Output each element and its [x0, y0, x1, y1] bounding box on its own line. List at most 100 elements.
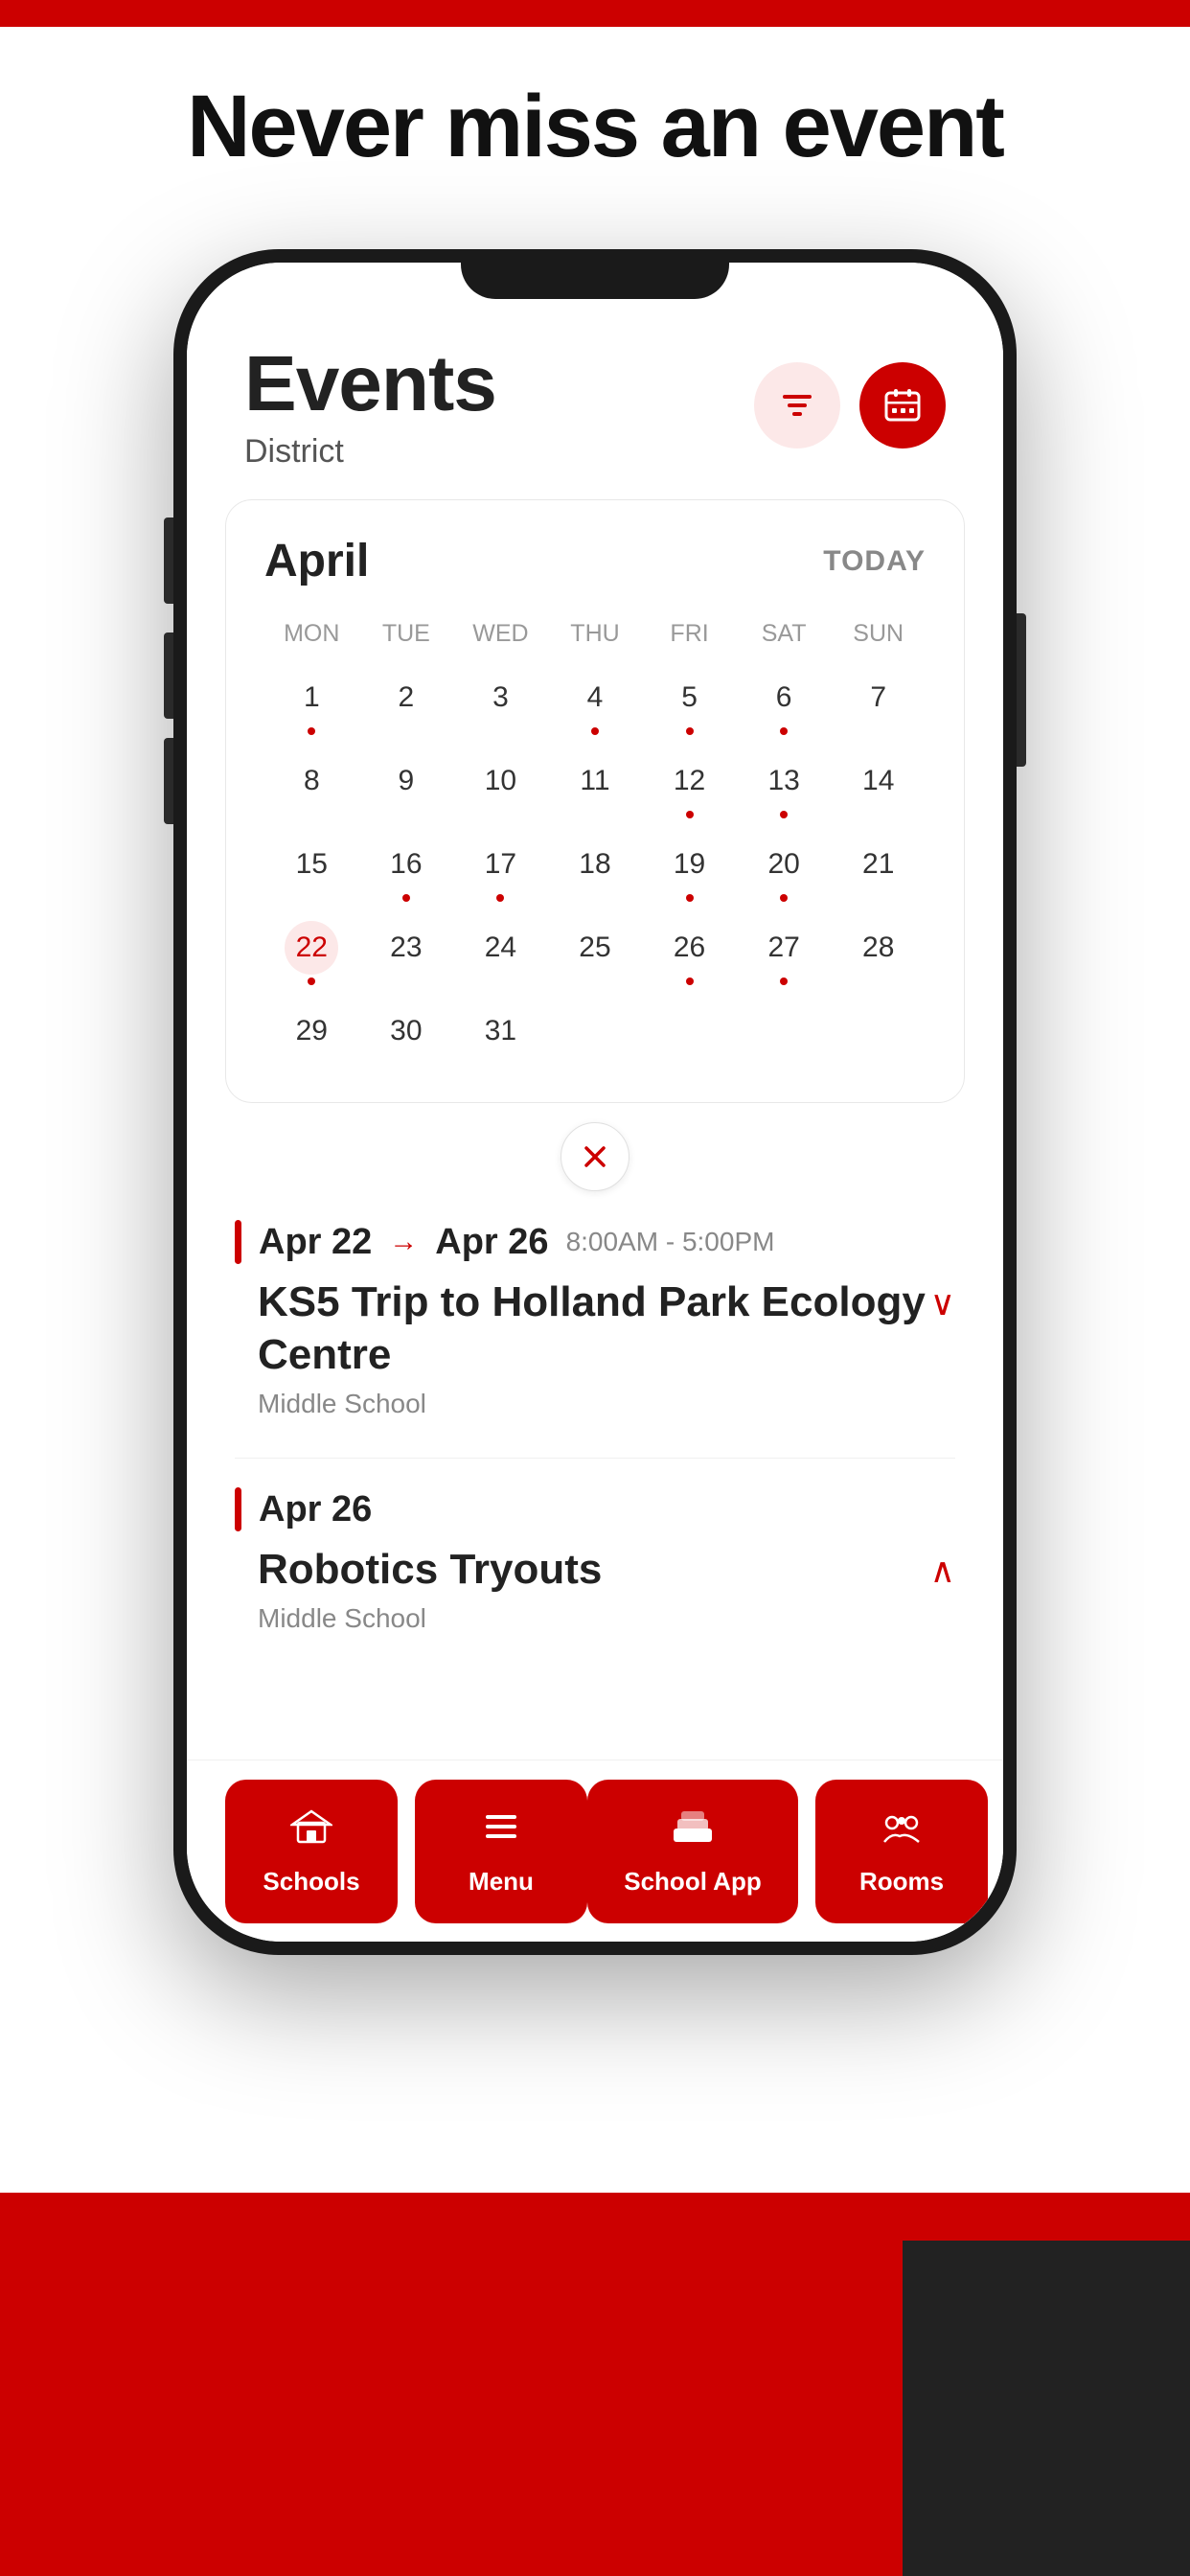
event-content-2: Robotics Tryouts Middle School ∧ — [235, 1543, 955, 1634]
cal-day-num: 23 — [379, 921, 433, 975]
cal-day-dot — [402, 894, 410, 902]
cal-day-dot — [308, 727, 315, 735]
school-app-svg-icon — [670, 1806, 716, 1848]
events-list: Apr 22 → Apr 26 8:00AM - 5:00PM KS5 Trip… — [187, 1201, 1003, 1691]
event-date-row-2: Apr 26 — [235, 1487, 955, 1531]
cal-day-10[interactable]: 10 — [453, 745, 548, 828]
schools-svg-icon — [290, 1806, 332, 1848]
nav-item-schools[interactable]: Schools — [225, 1780, 398, 1923]
event-content-1: KS5 Trip to Holland Park Ecology Centre … — [235, 1276, 955, 1419]
cal-day-22[interactable]: 22 — [264, 911, 359, 995]
cal-day-2[interactable]: 2 — [359, 661, 454, 745]
cal-day-18[interactable]: 18 — [548, 828, 643, 911]
cal-day-31[interactable]: 31 — [453, 995, 548, 1068]
cal-day-21[interactable]: 21 — [831, 828, 926, 911]
side-button-power — [1017, 613, 1026, 767]
weekday-mon: MON — [264, 614, 359, 654]
event-details-2: Robotics Tryouts Middle School — [258, 1543, 602, 1634]
cal-day-24[interactable]: 24 — [453, 911, 548, 995]
top-status-bar — [0, 0, 1190, 27]
cal-day-dot — [496, 894, 504, 902]
cal-day-15[interactable]: 15 — [264, 828, 359, 911]
side-button-volume-up — [164, 518, 173, 604]
calendar-card: April TODAY MON TUE WED THU FRI SAT SUN … — [225, 499, 965, 1103]
cal-day-dot — [591, 727, 599, 735]
cal-day-29[interactable]: 29 — [264, 995, 359, 1068]
filter-icon — [778, 391, 816, 420]
event-date-row-1: Apr 22 → Apr 26 8:00AM - 5:00PM — [235, 1220, 955, 1264]
nav-item-rooms[interactable]: Rooms — [815, 1780, 988, 1923]
cal-day-num: 27 — [757, 921, 811, 975]
event-expand-1[interactable]: ∨ — [930, 1283, 955, 1323]
nav-item-school-app[interactable]: School App — [587, 1780, 798, 1923]
nav-label-menu: Menu — [469, 1867, 534, 1897]
event-date-bar — [235, 1220, 241, 1264]
event-name-2: Robotics Tryouts — [258, 1543, 602, 1596]
cal-day-dot — [686, 811, 694, 818]
cal-day-12[interactable]: 12 — [642, 745, 737, 828]
cal-day-num: 13 — [757, 754, 811, 808]
nav-item-menu[interactable]: Menu — [415, 1780, 587, 1923]
cal-day-num: 1 — [285, 671, 338, 724]
cal-day-19[interactable]: 19 — [642, 828, 737, 911]
cal-day-14[interactable]: 14 — [831, 745, 926, 828]
cal-day-1[interactable]: 1 — [264, 661, 359, 745]
cal-day-28[interactable]: 28 — [831, 911, 926, 995]
cal-day-num: 29 — [285, 1004, 338, 1058]
bottom-navigation: Schools Menu — [187, 1760, 1003, 1942]
cal-day-num: 26 — [663, 921, 717, 975]
cal-day-num: 20 — [757, 838, 811, 891]
cal-day-7[interactable]: 7 — [831, 661, 926, 745]
cal-day-num: 31 — [473, 1004, 527, 1058]
close-circle[interactable] — [561, 1122, 629, 1191]
event-name-1: KS5 Trip to Holland Park Ecology Centre — [258, 1276, 930, 1381]
cal-day-20[interactable]: 20 — [737, 828, 832, 911]
close-calendar-btn[interactable] — [187, 1122, 1003, 1191]
school-icon — [290, 1806, 332, 1857]
weekday-fri: FRI — [642, 614, 737, 654]
page-headline: Never miss an event — [0, 77, 1190, 177]
cal-day-num: 30 — [379, 1004, 433, 1058]
header-buttons — [754, 362, 946, 448]
cal-day-27[interactable]: 27 — [737, 911, 832, 995]
filter-button[interactable] — [754, 362, 840, 448]
event-date-bar-2 — [235, 1487, 241, 1531]
cal-day-dot — [780, 894, 788, 902]
event-date-start-1: Apr 22 — [259, 1222, 372, 1263]
cal-day-8[interactable]: 8 — [264, 745, 359, 828]
calendar-today-btn[interactable]: TODAY — [823, 545, 926, 578]
cal-day-25[interactable]: 25 — [548, 911, 643, 995]
cal-day-num: 15 — [285, 838, 338, 891]
cal-day-30[interactable]: 30 — [359, 995, 454, 1068]
event-divider — [235, 1458, 955, 1459]
cal-day-num: 3 — [473, 671, 527, 724]
calendar-button[interactable] — [859, 362, 946, 448]
weekday-tue: TUE — [359, 614, 454, 654]
cal-day-6[interactable]: 6 — [737, 661, 832, 745]
cal-day-3[interactable]: 3 — [453, 661, 548, 745]
cal-day-num: 25 — [568, 921, 622, 975]
calendar-icon — [882, 385, 923, 426]
cal-day-dot — [780, 811, 788, 818]
cal-day-23[interactable]: 23 — [359, 911, 454, 995]
nav-label-rooms: Rooms — [859, 1867, 944, 1897]
cal-day-4[interactable]: 4 — [548, 661, 643, 745]
cal-day-26[interactable]: 26 — [642, 911, 737, 995]
event-school-2: Middle School — [258, 1603, 602, 1634]
cal-day-dot — [780, 978, 788, 985]
weekday-sun: SUN — [831, 614, 926, 654]
cal-day-17[interactable]: 17 — [453, 828, 548, 911]
cal-day-num: 17 — [473, 838, 527, 891]
cal-day-5[interactable]: 5 — [642, 661, 737, 745]
cal-day-9[interactable]: 9 — [359, 745, 454, 828]
screen-content: Events District — [187, 263, 1003, 1942]
cal-day-13[interactable]: 13 — [737, 745, 832, 828]
cal-day-num: 7 — [852, 671, 905, 724]
cal-day-11[interactable]: 11 — [548, 745, 643, 828]
events-subtitle: District — [244, 433, 496, 471]
event-collapse-2[interactable]: ∧ — [930, 1551, 955, 1591]
cal-day-16[interactable]: 16 — [359, 828, 454, 911]
nav-label-school-app: School App — [624, 1867, 761, 1897]
cal-day-num: 21 — [852, 838, 905, 891]
cal-day-num: 8 — [285, 754, 338, 808]
